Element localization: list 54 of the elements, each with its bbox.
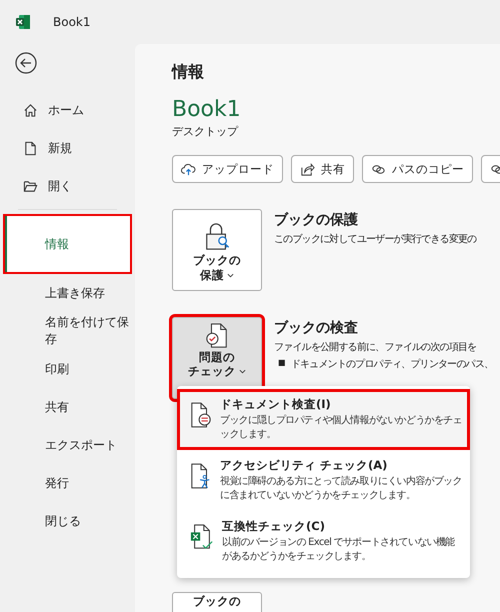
menu-item-title: ドキュメント検査(I)	[220, 397, 332, 412]
menu-item-description: 視覚に障碍のある方にとって読み取りにくい内容がブックに含まれていないかどうかをチェックします。	[220, 475, 463, 503]
sidebar-item[interactable]: ホーム	[3, 91, 132, 129]
button-label: ブックの	[193, 253, 241, 268]
action-button[interactable]: パスのコピー	[362, 155, 473, 183]
page-title: 情報	[172, 62, 205, 83]
document-check-icon	[205, 322, 229, 350]
sidebar-item[interactable]: 発行	[3, 464, 132, 502]
spreadsheet-check-icon	[190, 523, 214, 551]
sidebar-item[interactable]: エクスポート	[3, 426, 132, 464]
window-title: Book1	[53, 15, 90, 29]
sidebar-item[interactable]: 印刷	[3, 350, 132, 388]
section-heading: ブックの検査	[274, 319, 359, 337]
section-button[interactable]: ブックの 保護	[172, 209, 262, 291]
sidebar-item[interactable]: 情報	[3, 214, 132, 274]
menu-item-title: アクセシビリティ チェック(A)	[220, 458, 388, 473]
button-label: チェック	[188, 365, 246, 378]
cloud-upload-icon	[181, 162, 196, 176]
menu-item[interactable]: アクセシビリティ チェック(A) 視覚に障碍のある方にとって読み取りにくい内容がブックに含まれていないかどうかをチェックします。	[177, 450, 470, 511]
sidebar-item[interactable]: 名前を付けて保存	[3, 312, 132, 350]
bullet-text: ドキュメントのプロパティ、プリンターのパス、	[290, 358, 494, 371]
document-inspect-icon	[190, 401, 212, 429]
share-icon	[300, 162, 315, 176]
chevron-down-icon	[239, 369, 246, 374]
menu-item-description: 以前のバージョンの Excel でサポートされていない機能があるかどうかをチェックします。	[222, 536, 456, 564]
sidebar-item[interactable]: 上書き保存	[3, 274, 132, 312]
bullet-mark: ■	[278, 357, 285, 369]
back-button[interactable]	[15, 52, 37, 74]
button-label: 問題の	[199, 351, 235, 364]
sidebar-item[interactable]: 開く	[3, 167, 132, 205]
document-name: Book1	[172, 97, 242, 122]
document-icon	[23, 140, 38, 156]
section-description: このブックに対してユーザーが実行できる変更の	[274, 232, 476, 246]
button-label: 保護	[200, 268, 234, 283]
section-button[interactable]: ブックの	[172, 592, 262, 612]
menu-item[interactable]: ドキュメント検査(I) ブックに隠しプロパティや個人情報がないかどうかをチェックします。	[177, 389, 470, 450]
menu-item-description: ブックに隠しプロパティや個人情報がないかどうかをチェックします。	[220, 414, 463, 442]
sidebar-item[interactable]: 共有	[3, 388, 132, 426]
spreadsheet-app-icon	[15, 14, 31, 30]
document-location: デスクトップ	[172, 124, 240, 139]
home-icon	[23, 102, 38, 118]
action-button[interactable]: アップロード	[172, 155, 283, 183]
sidebar-item[interactable]: 閉じる	[3, 502, 132, 540]
folder-icon	[23, 178, 38, 194]
button-label: ブックの	[193, 595, 241, 608]
lock-key-icon	[203, 222, 231, 252]
section-description: ファイルを公開する前に、ファイルの次の項目を	[274, 341, 478, 354]
sidebar-item[interactable]: 新規	[3, 129, 132, 167]
action-button[interactable]: 共有	[291, 155, 354, 183]
section-heading: ブックの保護	[274, 211, 359, 229]
menu-item[interactable]: 互換性チェック(C) 以前のバージョンの Excel でサポートされていない機能があるかどうかをチェックします。	[177, 511, 470, 572]
document-accessibility-icon	[190, 462, 212, 490]
menu-item-title: 互換性チェック(C)	[222, 519, 326, 534]
chevron-down-icon	[227, 273, 234, 278]
